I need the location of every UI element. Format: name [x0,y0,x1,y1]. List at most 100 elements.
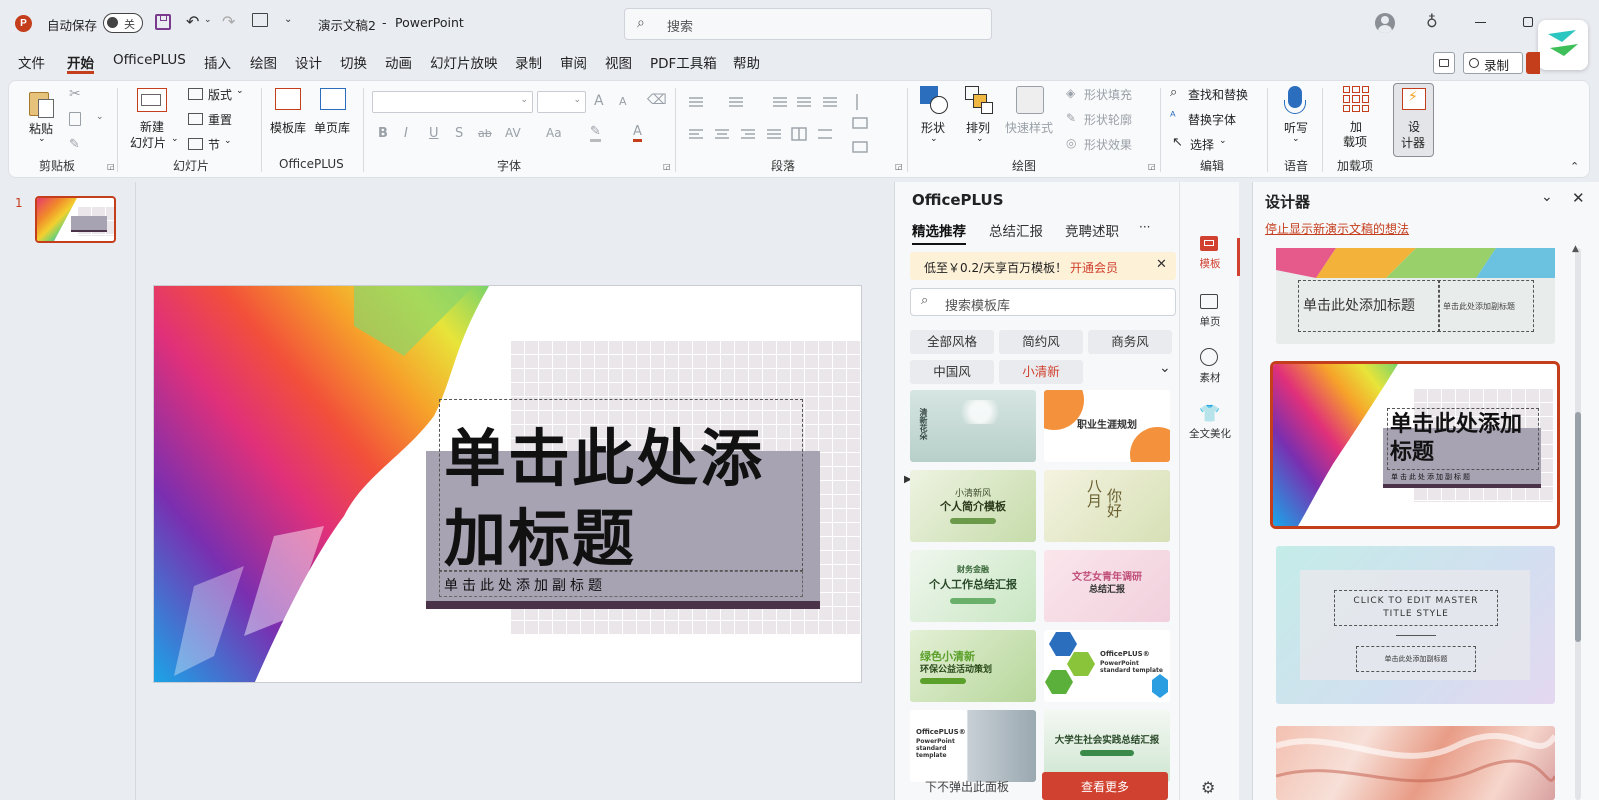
tab-view[interactable]: 视图 [605,52,632,74]
present-icon[interactable] [252,13,268,27]
addins-icon[interactable] [1343,86,1369,112]
share-button[interactable] [1526,52,1540,74]
promo-link[interactable]: 开通会员 [1070,259,1118,276]
promo-close-icon[interactable]: ✕ [1156,257,1167,272]
replace-font-button[interactable]: 替换字体 [1188,111,1236,128]
section-dropdown-icon[interactable]: ⌄ [224,136,232,146]
shape-fill-icon[interactable]: ◈ [1066,86,1075,100]
shrink-font-button[interactable]: A [619,95,627,108]
comments-button[interactable] [1433,52,1455,74]
template-card[interactable]: OfficePLUS® PowerPoint standard template [1044,630,1170,702]
rail-item-assets[interactable]: 素材 [1180,348,1240,388]
design-idea-card[interactable] [1276,726,1555,800]
style-chip-chinese[interactable]: 中国风 [910,360,994,384]
expand-styles-chevron-icon[interactable]: ⌄ [1159,360,1171,376]
autosave-toggle[interactable]: 关 [103,13,143,33]
view-more-button[interactable]: 查看更多 [1042,772,1168,800]
copy-icon[interactable] [69,112,81,126]
template-card[interactable]: 文艺女青年调研 总结汇报 [1044,550,1170,622]
minimize-icon[interactable] [1475,22,1486,23]
account-avatar-icon[interactable] [1375,13,1395,33]
template-library-icon[interactable] [275,88,301,110]
undo-icon[interactable]: ↶ [186,12,199,31]
paste-dropdown-icon[interactable]: ⌄ [38,134,46,144]
shapes-dropdown-icon[interactable]: ⌄ [930,134,938,144]
strikethrough-button[interactable]: ab [478,127,492,140]
redo-icon[interactable]: ↷ [222,12,235,31]
single-page-library-icon[interactable] [320,88,346,110]
grow-font-button[interactable]: A [594,93,604,109]
layout-dropdown-icon[interactable]: ⌄ [236,86,244,96]
tab-draw[interactable]: 绘图 [250,52,277,74]
paragraph-launcher-icon[interactable]: ◲ [895,162,903,171]
tab-animations[interactable]: 动画 [385,52,412,74]
find-replace-button[interactable]: 查找和替换 [1188,86,1248,103]
addins-label-2[interactable]: 载项 [1343,133,1367,150]
template-card[interactable]: 职业生涯规划 [1044,390,1170,462]
font-size-combo[interactable]: ⌄ [537,91,586,113]
new-slide-label-1[interactable]: 新建 [140,118,164,135]
lightbulb-icon[interactable]: ♁ [1426,12,1438,31]
italic-button[interactable]: I [404,126,408,141]
more-tabs-icon[interactable]: ··· [1139,220,1150,234]
section-icon[interactable] [188,138,203,150]
quick-styles-button[interactable]: 快速样式 [1005,119,1053,136]
format-painter-icon[interactable]: ✎ [69,137,80,152]
arrange-icon[interactable] [965,86,995,116]
style-chip-simple[interactable]: 简约风 [999,330,1083,354]
highlight-color-icon[interactable]: ✎ [590,124,601,142]
shape-effects-button[interactable]: 形状效果 [1084,136,1132,153]
font-launcher-icon[interactable]: ◲ [663,162,671,171]
design-idea-card[interactable]: CLICK TO EDIT MASTER TITLE STYLE 单击此处添加副… [1276,546,1555,704]
shapes-icon[interactable] [920,86,950,116]
slide-title-placeholder[interactable]: 单击此处添 加标题 [439,399,803,575]
template-card[interactable]: 绿色小清新 环保公益活动策划 [910,630,1036,702]
shape-fill-button[interactable]: 形状填充 [1084,86,1132,103]
layout-icon[interactable] [188,88,203,100]
new-slide-label-2[interactable]: 幻灯片 [130,134,166,151]
style-chip-fresh[interactable]: 小清新 [999,360,1083,384]
tab-transitions[interactable]: 切换 [340,52,367,74]
template-card[interactable]: 清新花朵 [910,390,1036,462]
rail-item-single-page[interactable]: 单页 [1180,292,1240,332]
tab-design[interactable]: 设计 [295,52,322,74]
tab-slideshow[interactable]: 幻灯片放映 [430,52,498,74]
template-card[interactable]: 八月 你好 [1044,470,1170,542]
designer-scroll-thumb[interactable] [1575,412,1581,642]
reset-button[interactable]: 重置 [208,111,232,128]
save-icon[interactable] [155,14,171,30]
new-slide-dropdown-icon[interactable]: ⌄ [171,134,179,144]
shape-outline-icon[interactable]: ✎ [1066,111,1076,125]
template-search-input[interactable]: ⌕ 搜索模板库 [910,288,1176,316]
record-button[interactable]: 录制 [1463,52,1523,74]
search-box[interactable]: ⌕ 搜索 [624,8,992,40]
template-card[interactable]: 小清新风 个人简介模板 [910,470,1036,542]
shape-effects-icon[interactable]: ◎ [1066,136,1076,150]
dont-show-panel-checkbox[interactable]: 下不弹出此面板 [925,778,1009,795]
underline-button[interactable]: U [429,126,439,141]
settings-gear-icon[interactable]: ⚙ [1201,778,1215,797]
slide-subtitle-placeholder[interactable]: 单击此处添加副标题 [439,571,803,597]
paste-icon[interactable] [29,88,55,118]
tab-officeplus[interactable]: OfficePLUS [113,52,186,74]
bold-button[interactable]: B [378,126,388,141]
shape-outline-button[interactable]: 形状轮廓 [1084,111,1132,128]
drawing-launcher-icon[interactable]: ◲ [1148,162,1156,171]
tab-file[interactable]: 文件 [18,52,45,74]
reset-icon[interactable] [188,113,203,125]
stop-showing-ideas-link[interactable]: 停止显示新演示文稿的想法 [1265,220,1409,237]
design-idea-card-selected[interactable]: 单击此处添加标题 单击此处添加副标题 [1270,361,1560,529]
tab-summary-report[interactable]: 总结汇报 [989,220,1043,240]
cut-icon[interactable]: ✂ [69,86,81,102]
select-button[interactable]: 选择 [1190,136,1214,153]
tab-featured[interactable]: 精选推荐 [912,220,966,245]
undo-dropdown-icon[interactable]: ⌄ [204,15,212,25]
tab-home[interactable]: 开始 [67,52,94,74]
font-name-combo[interactable]: ⌄ [372,91,533,113]
slide-thumbnail[interactable] [35,196,116,243]
clear-format-icon[interactable]: ⌫ [647,92,667,108]
character-spacing-button[interactable]: AV [505,126,521,140]
design-idea-card[interactable]: 单击此处添加标题 单击此处添加副标题 [1276,248,1555,344]
copy-dropdown-icon[interactable]: ⌄ [96,112,104,122]
designer-close-icon[interactable]: ✕ [1572,189,1585,207]
